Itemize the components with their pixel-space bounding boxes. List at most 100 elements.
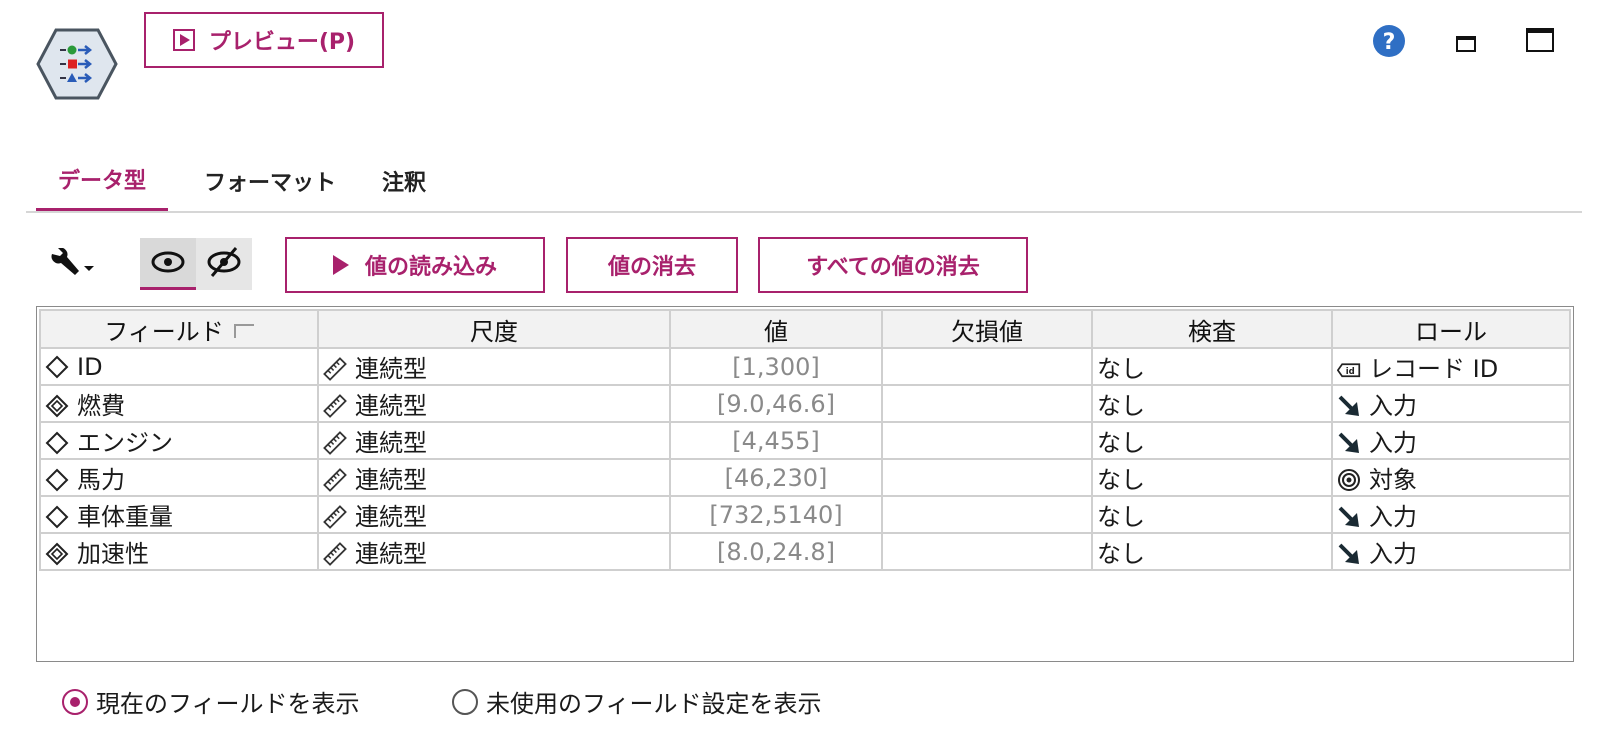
- minimize-icon[interactable]: [1456, 36, 1476, 52]
- role-cell[interactable]: 対象: [1331, 458, 1571, 497]
- role-label: 対象: [1369, 466, 1417, 494]
- visibility-toggle-group: [140, 238, 252, 290]
- field-cell[interactable]: 加速性: [39, 532, 319, 571]
- values-cell[interactable]: [4,455]: [669, 421, 883, 460]
- show-current-fields-option[interactable]: 現在のフィールドを表示: [62, 684, 360, 719]
- wrench-icon[interactable]: [48, 248, 98, 278]
- check-cell[interactable]: なし: [1091, 421, 1333, 460]
- input-arrow-icon: [1337, 542, 1361, 566]
- table-row[interactable]: 馬力 連続型 [46,230] なし 対象: [39, 458, 1571, 497]
- clear-all-values-label: すべての値の消去: [806, 255, 980, 280]
- measure-label: 連続型: [355, 392, 427, 420]
- ruler-icon: [323, 357, 347, 381]
- read-values-button[interactable]: 値の読み込み: [285, 237, 545, 293]
- tab-data-type[interactable]: データ型: [36, 150, 168, 212]
- values-cell[interactable]: [46,230]: [669, 458, 883, 497]
- column-header-missing[interactable]: 欠損値: [881, 309, 1093, 349]
- field-cell[interactable]: 馬力: [39, 458, 319, 497]
- role-label: レコード ID: [1369, 355, 1499, 383]
- radio-selected-icon[interactable]: [62, 688, 88, 715]
- field-cell[interactable]: エンジン: [39, 421, 319, 460]
- missing-cell[interactable]: [881, 458, 1093, 497]
- column-header-field[interactable]: フィールド: [39, 309, 319, 349]
- sort-indicator-icon: [233, 323, 254, 338]
- field-name: ID: [77, 352, 103, 381]
- check-cell[interactable]: なし: [1091, 458, 1333, 497]
- field-cell[interactable]: ID: [39, 347, 319, 386]
- diamond-icon: [45, 468, 69, 492]
- role-cell[interactable]: 入力: [1331, 421, 1571, 460]
- table-row[interactable]: 燃費 連続型 [9.0,46.6] なし 入力: [39, 384, 1571, 423]
- play-icon: [332, 255, 349, 275]
- measure-label: 連続型: [355, 540, 427, 568]
- column-header-measure[interactable]: 尺度: [317, 309, 671, 349]
- play-icon: [172, 29, 195, 51]
- role-label: 入力: [1369, 392, 1417, 420]
- show-unused-fields-option[interactable]: 未使用のフィールド設定を表示: [452, 684, 822, 719]
- ruler-icon: [323, 431, 347, 455]
- clear-all-values-button[interactable]: すべての値の消去: [758, 237, 1028, 293]
- table-row[interactable]: エンジン 連続型 [4,455] なし 入力: [39, 421, 1571, 460]
- values-cell[interactable]: [1,300]: [669, 347, 883, 386]
- tab-format[interactable]: フォーマット: [184, 150, 356, 212]
- role-cell[interactable]: id レコード ID: [1331, 347, 1571, 386]
- tab-annotation[interactable]: 注釈: [370, 150, 438, 212]
- table-row[interactable]: ID 連続型 [1,300] なし id レコード ID: [39, 347, 1571, 386]
- hide-fields-toggle[interactable]: [196, 238, 252, 290]
- read-values-label: 値の読み込み: [364, 255, 497, 280]
- role-label: 入力: [1369, 540, 1417, 568]
- measure-label: 連続型: [355, 466, 427, 494]
- missing-cell[interactable]: [881, 384, 1093, 423]
- svg-text:id: id: [1346, 368, 1355, 378]
- ruler-icon: [323, 505, 347, 529]
- table-row[interactable]: 加速性 連続型 [8.0,24.8] なし 入力: [39, 532, 1571, 571]
- measure-label: 連続型: [355, 429, 427, 457]
- check-cell[interactable]: なし: [1091, 495, 1333, 534]
- target-icon: [1337, 468, 1361, 492]
- maximize-icon[interactable]: [1526, 28, 1554, 52]
- show-fields-toggle[interactable]: [140, 238, 196, 290]
- measure-cell[interactable]: 連続型: [317, 421, 671, 460]
- measure-cell[interactable]: 連続型: [317, 495, 671, 534]
- eye-slash-icon: [207, 247, 241, 277]
- diamond-icon: [45, 355, 69, 379]
- measure-cell[interactable]: 連続型: [317, 347, 671, 386]
- field-cell[interactable]: 車体重量: [39, 495, 319, 534]
- radio-unselected-icon[interactable]: [452, 688, 478, 715]
- missing-cell[interactable]: [881, 495, 1093, 534]
- double-diamond-icon: [45, 542, 69, 566]
- preview-label: プレビュー(P): [208, 30, 356, 55]
- missing-cell[interactable]: [881, 532, 1093, 571]
- measure-cell[interactable]: 連続型: [317, 458, 671, 497]
- role-cell[interactable]: 入力: [1331, 384, 1571, 423]
- column-header-label: フィールド: [104, 317, 224, 346]
- values-cell[interactable]: [8.0,24.8]: [669, 532, 883, 571]
- clear-values-label: 値の消去: [607, 255, 696, 280]
- help-icon[interactable]: ?: [1372, 24, 1406, 58]
- role-cell[interactable]: 入力: [1331, 532, 1571, 571]
- field-name: エンジン: [77, 429, 173, 457]
- preview-button[interactable]: プレビュー(P): [144, 12, 384, 68]
- diamond-icon: [45, 505, 69, 529]
- values-cell[interactable]: [9.0,46.6]: [669, 384, 883, 423]
- check-cell[interactable]: なし: [1091, 532, 1333, 571]
- table-row[interactable]: 車体重量 連続型 [732,5140] なし 入力: [39, 495, 1571, 534]
- missing-cell[interactable]: [881, 421, 1093, 460]
- measure-label: 連続型: [355, 503, 427, 531]
- measure-cell[interactable]: 連続型: [317, 384, 671, 423]
- check-cell[interactable]: なし: [1091, 347, 1333, 386]
- role-cell[interactable]: 入力: [1331, 495, 1571, 534]
- column-header-check[interactable]: 検査: [1091, 309, 1333, 349]
- column-header-role[interactable]: ロール: [1331, 309, 1571, 349]
- clear-values-button[interactable]: 値の消去: [566, 237, 738, 293]
- field-name: 燃費: [77, 392, 125, 420]
- field-cell[interactable]: 燃費: [39, 384, 319, 423]
- values-cell[interactable]: [732,5140]: [669, 495, 883, 534]
- measure-cell[interactable]: 連続型: [317, 532, 671, 571]
- column-header-values[interactable]: 値: [669, 309, 883, 349]
- type-node-icon: [36, 28, 118, 100]
- role-label: 入力: [1369, 503, 1417, 531]
- field-name: 馬力: [77, 466, 125, 494]
- check-cell[interactable]: なし: [1091, 384, 1333, 423]
- missing-cell[interactable]: [881, 347, 1093, 386]
